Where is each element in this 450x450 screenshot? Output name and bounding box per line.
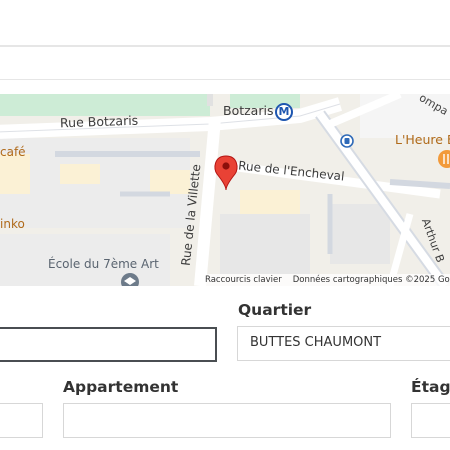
place-label-ecole: École du 7ème Art <box>48 257 159 271</box>
appartement-label: Appartement <box>63 378 179 396</box>
bus-stop-icon <box>340 134 354 148</box>
quartier-label: Quartier <box>238 301 312 319</box>
left-partial-input[interactable] <box>0 403 43 438</box>
address-input[interactable] <box>0 327 217 362</box>
appartement-input[interactable] <box>63 403 391 438</box>
metro-station-label: Botzaris <box>223 103 274 118</box>
map-view[interactable]: Rue Botzaris Botzaris M Rue de l'Encheva… <box>0 94 450 286</box>
park-area <box>0 94 210 116</box>
place-label-inko: inko <box>0 217 25 231</box>
metro-badge: M <box>278 105 290 118</box>
map-attribution: Raccourcis clavier Données cartographique… <box>200 274 450 286</box>
street-label-botzaris: Rue Botzaris <box>59 112 139 131</box>
map-data-credit[interactable]: Données cartographiques ©2025 Goo <box>293 275 450 285</box>
second-input-field[interactable] <box>0 46 450 80</box>
place-label-heure: L'Heure B <box>395 132 450 147</box>
etage-input[interactable] <box>411 403 450 438</box>
quartier-input[interactable]: BUTTES CHAUMONT <box>237 326 450 361</box>
keyboard-shortcuts-link[interactable]: Raccourcis clavier <box>205 275 282 285</box>
place-label-cafe: café <box>0 145 26 159</box>
top-input-field[interactable] <box>0 0 450 46</box>
etage-label: Étage <box>411 378 450 396</box>
